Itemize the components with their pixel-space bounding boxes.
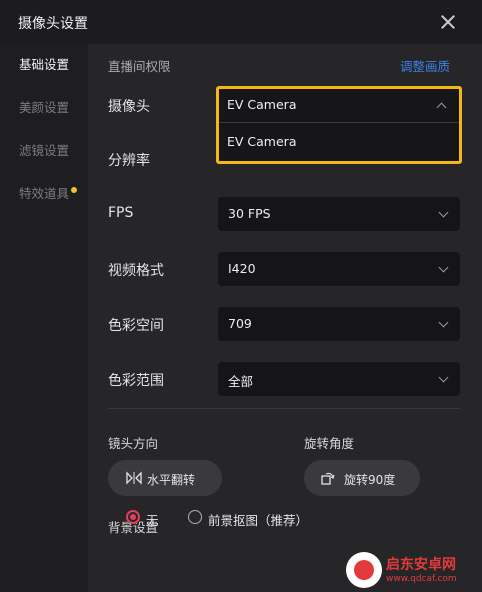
chevron-down-icon xyxy=(438,262,449,273)
sidebar-item-label: 美颜设置 xyxy=(19,100,70,115)
lens-direction-label: 镜头方向 xyxy=(108,436,159,451)
sidebar-item-effects[interactable]: 特效道具 xyxy=(0,177,88,211)
background-matting-label: 前景抠图（推荐） xyxy=(208,513,309,528)
video-format-value: I420 xyxy=(228,261,256,276)
settings-sidebar: 基础设置 美颜设置 滤镜设置 特效道具 xyxy=(0,44,88,592)
watermark-title: 启东安卓网 xyxy=(386,557,456,573)
sidebar-item-basic[interactable]: 基础设置 xyxy=(0,48,88,82)
color-range-value: 全部 xyxy=(228,374,254,389)
chevron-down-icon xyxy=(438,372,449,383)
rotate-icon xyxy=(321,472,335,485)
resolution-label: 分辨率 xyxy=(108,153,150,169)
dialog-title: 摄像头设置 xyxy=(18,16,88,32)
camera-select[interactable]: EV Camera xyxy=(219,89,459,123)
chevron-down-icon xyxy=(438,207,449,218)
title-bar: 摄像头设置 xyxy=(0,0,482,44)
color-space-value: 709 xyxy=(228,316,252,331)
watermark: 启东安卓网 www.qdcaf.com xyxy=(346,548,482,592)
video-format-label: 视频格式 xyxy=(108,263,164,279)
camera-option-label: EV Camera xyxy=(227,134,297,149)
flip-horizontal-button[interactable]: 水平翻转 xyxy=(108,460,222,496)
fps-select[interactable]: 30 FPS xyxy=(218,197,460,231)
close-icon[interactable] xyxy=(436,10,460,34)
rotate-90-label: 旋转90度 xyxy=(344,473,396,487)
adjust-quality-link[interactable]: 调整画质 xyxy=(400,56,450,75)
video-format-select[interactable]: I420 xyxy=(218,252,460,286)
color-range-select[interactable]: 全部 xyxy=(218,362,460,396)
sidebar-item-filter[interactable]: 滤镜设置 xyxy=(0,134,88,168)
camera-select-value: EV Camera xyxy=(227,97,297,112)
camera-settings-dialog: 摄像头设置 基础设置 美颜设置 滤镜设置 特效道具 直播间权限 调整画质 摄像头… xyxy=(0,0,482,592)
background-none-label: 无 xyxy=(146,513,159,528)
sidebar-item-label: 滤镜设置 xyxy=(19,143,70,158)
watermark-logo-icon xyxy=(346,552,382,588)
chevron-up-icon xyxy=(436,102,447,113)
section-title: 直播间权限 xyxy=(108,59,171,74)
color-space-label: 色彩空间 xyxy=(108,318,164,334)
rotate-90-button[interactable]: 旋转90度 xyxy=(304,460,420,496)
new-badge-dot xyxy=(71,187,77,193)
background-matting-radio[interactable] xyxy=(188,510,202,524)
sidebar-item-label: 基础设置 xyxy=(19,57,70,72)
fps-select-value: 30 FPS xyxy=(228,206,271,221)
background-none-radio[interactable] xyxy=(126,510,140,524)
rotation-label: 旋转角度 xyxy=(304,436,355,451)
chevron-down-icon xyxy=(438,317,449,328)
camera-option[interactable]: EV Camera xyxy=(219,125,459,159)
flip-horizontal-icon xyxy=(126,471,142,485)
section-divider xyxy=(108,408,460,409)
color-range-label: 色彩范围 xyxy=(108,373,164,389)
color-space-select[interactable]: 709 xyxy=(218,307,460,341)
sidebar-item-beauty[interactable]: 美颜设置 xyxy=(0,91,88,125)
watermark-url: www.qdcaf.com xyxy=(386,574,457,584)
fps-label: FPS xyxy=(108,205,134,221)
camera-label: 摄像头 xyxy=(108,99,150,115)
sidebar-item-label: 特效道具 xyxy=(19,186,70,201)
flip-horizontal-label: 水平翻转 xyxy=(147,473,196,487)
camera-dropdown: EV Camera EV Camera xyxy=(219,89,459,161)
